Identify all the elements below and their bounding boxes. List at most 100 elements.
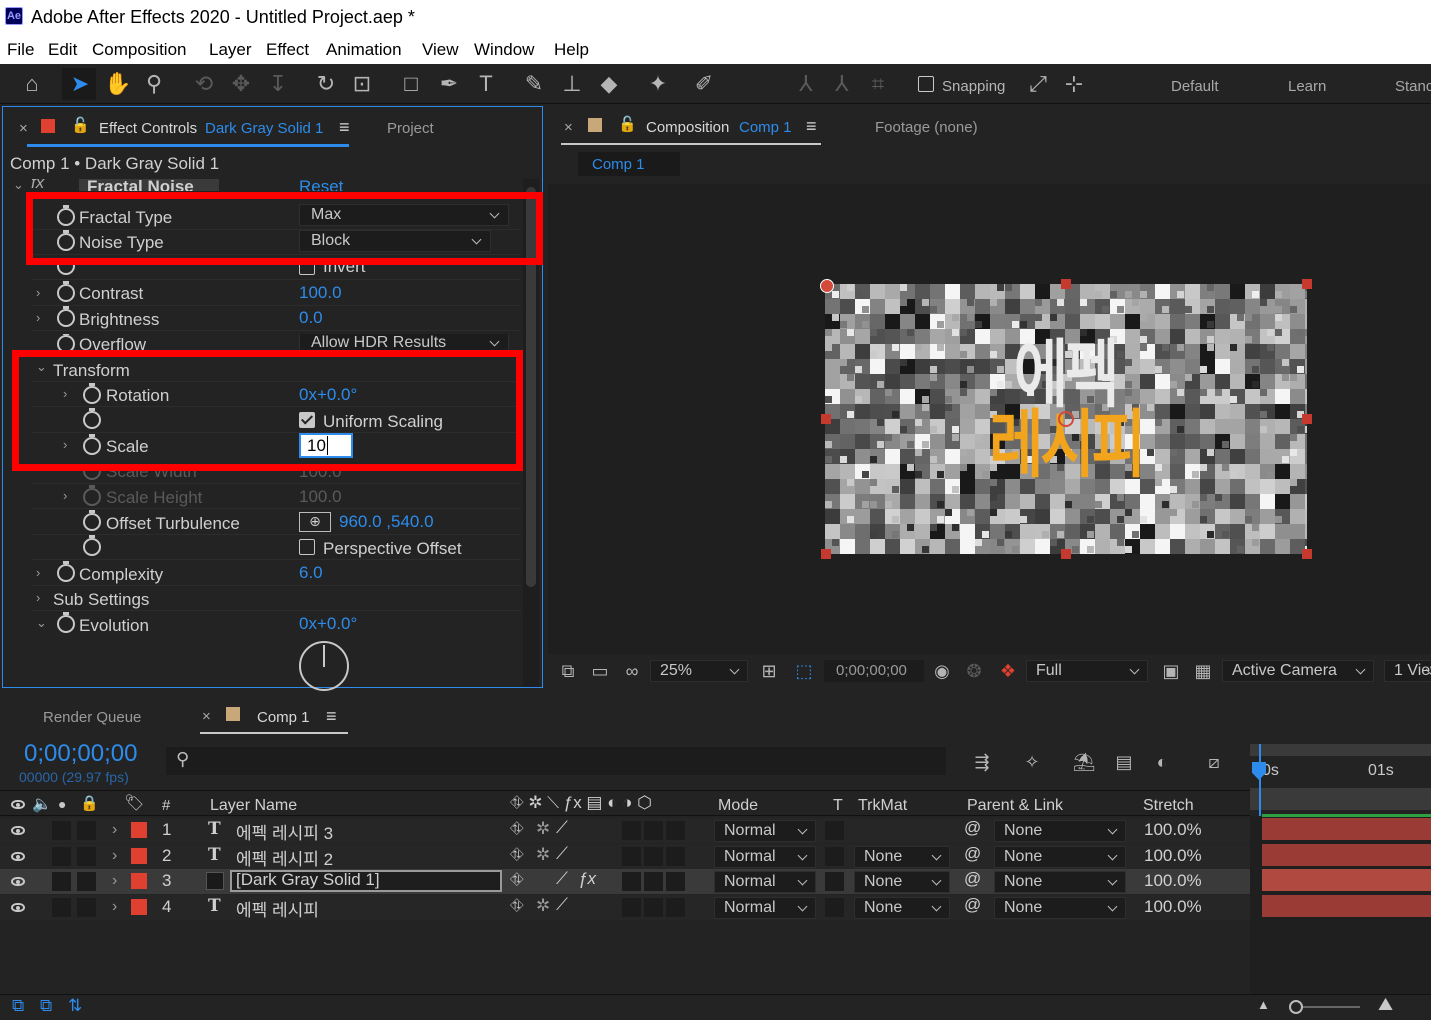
rotation-tool-icon[interactable]: ↻ <box>312 70 340 98</box>
quality-switch-icon[interactable]: ⟋ <box>556 869 568 889</box>
stopwatch-icon[interactable] <box>83 535 101 556</box>
menu-edit[interactable]: Edit <box>48 40 77 60</box>
project-tab[interactable]: Project <box>387 120 434 137</box>
lock-icon[interactable]: 🔓 <box>618 115 637 133</box>
workspace-standard[interactable]: Stanc <box>1395 78 1431 95</box>
parent-dropdown[interactable]: None <box>994 897 1126 919</box>
stopwatch-icon[interactable] <box>83 510 101 531</box>
chevron-down-icon[interactable]: ⌄ <box>13 179 24 191</box>
draft-3d-icon[interactable]: ✧ <box>1018 748 1046 776</box>
graph-editor-icon[interactable]: ⧄ <box>1200 748 1228 776</box>
audio-toggle[interactable] <box>52 847 71 866</box>
close-icon[interactable]: × <box>202 708 211 725</box>
transform-handle[interactable] <box>821 549 831 559</box>
pick-whip-icon[interactable]: @ <box>964 818 981 838</box>
quality-switch-icon[interactable]: ⟋ <box>556 844 568 864</box>
stopwatch-icon[interactable] <box>57 306 75 327</box>
zoom-out-icon[interactable]: ▲ <box>1257 997 1270 1012</box>
stretch-value[interactable]: 100.0% <box>1144 846 1202 866</box>
menu-file[interactable]: File <box>7 40 34 60</box>
layer-bar-2[interactable] <box>1262 844 1431 866</box>
composition-tab-name[interactable]: Comp 1 <box>739 119 792 136</box>
perspective-offset-checkbox[interactable] <box>299 539 315 555</box>
fx-icon[interactable]: fx <box>31 179 44 191</box>
stretch-value[interactable]: 100.0% <box>1144 871 1202 891</box>
layer-label-swatch[interactable] <box>131 822 147 838</box>
collapse-switch-icon[interactable]: ✲ <box>536 896 550 916</box>
crosshair-icon[interactable]: ⊕ <box>299 512 331 532</box>
comp-subtab[interactable]: Comp 1 <box>592 156 645 173</box>
always-preview-icon[interactable]: ⧉ <box>554 657 582 685</box>
menu-help[interactable]: Help <box>554 40 589 60</box>
shy-switch-icon[interactable]: ⛗ <box>510 845 524 865</box>
rectangle-tool-icon[interactable]: □ <box>397 70 425 98</box>
region-of-interest-icon[interactable]: ⬚ <box>790 657 818 685</box>
lock-column-icon[interactable]: 🔒 <box>80 794 99 812</box>
parent-dropdown[interactable]: None <box>994 871 1126 893</box>
transform-handle[interactable] <box>1061 549 1071 559</box>
contrast-value[interactable]: 100.0 <box>299 283 342 303</box>
audio-toggle[interactable] <box>52 898 71 917</box>
pick-whip-icon[interactable]: @ <box>964 895 981 915</box>
transform-handle[interactable] <box>1302 279 1312 289</box>
solo-toggle[interactable] <box>77 898 96 917</box>
motion-blur-switch[interactable] <box>644 821 663 840</box>
visibility-eye-icon[interactable] <box>11 903 25 912</box>
panel-menu-icon[interactable]: ≡ <box>326 706 337 727</box>
menu-layer[interactable]: Layer <box>209 40 252 60</box>
blend-mode-dropdown[interactable]: Normal <box>714 871 816 893</box>
stopwatch-icon[interactable] <box>57 334 75 351</box>
snap-feather-icon[interactable]: ⤢ <box>1024 70 1052 98</box>
motion-blur-switch[interactable] <box>644 898 663 917</box>
comp-mini-flowchart-icon[interactable]: ⇶ <box>968 748 996 776</box>
type-tool-icon[interactable]: T <box>472 70 500 98</box>
chevron-right-icon[interactable]: › <box>112 847 117 865</box>
reset-link[interactable]: Reset <box>299 179 343 191</box>
solo-toggle[interactable] <box>77 847 96 866</box>
pick-whip-icon[interactable]: @ <box>964 844 981 864</box>
layer-switches-toggle-icon[interactable]: ⧉ <box>12 996 24 1016</box>
layer-label-swatch[interactable] <box>131 899 147 915</box>
layer-name[interactable]: 에펙 레시피 3 <box>236 819 333 844</box>
frame-blend-switch[interactable] <box>622 821 641 840</box>
zoom-in-icon[interactable]: ⛰ <box>1378 994 1393 1015</box>
chevron-right-icon[interactable]: › <box>36 285 40 300</box>
camera-snapshot-icon[interactable]: ◉ <box>928 657 956 685</box>
pen-tool-icon[interactable]: ✒ <box>435 70 463 98</box>
dolly-camera-icon[interactable]: ↧ <box>264 70 292 98</box>
chevron-down-icon[interactable]: ⌄ <box>36 615 47 631</box>
frame-blend-switch[interactable] <box>622 847 641 866</box>
blend-mode-dropdown[interactable]: Normal <box>714 820 816 842</box>
comp-timeline-tab[interactable]: Comp 1 <box>257 709 310 726</box>
adjustment-switch[interactable] <box>666 872 685 891</box>
frame-blending-icon[interactable]: ▤ <box>1110 748 1138 776</box>
collapse-switch-icon[interactable]: ✲ <box>536 819 550 839</box>
effect-switch-icon[interactable]: ƒx <box>578 869 596 889</box>
pick-whip-icon[interactable]: @ <box>964 869 981 889</box>
motion-blur-icon[interactable]: ◐ <box>1148 748 1176 776</box>
sub-settings-label[interactable]: Sub Settings <box>53 590 149 610</box>
work-area-bar[interactable] <box>1250 744 1431 756</box>
motion-blur-switch[interactable] <box>644 872 663 891</box>
anchor-handle[interactable] <box>820 279 834 293</box>
composition-tab[interactable]: Composition <box>646 119 729 136</box>
local-axis-icon[interactable]: ⅄ <box>792 70 820 98</box>
hide-shy-layers-icon[interactable]: ⛱ <box>1070 748 1098 776</box>
layer-search-input[interactable]: ⚲ <box>166 747 946 775</box>
panel-menu-icon[interactable]: ≡ <box>339 117 350 138</box>
layer-name[interactable]: 에펙 레시피 <box>236 896 319 921</box>
overflow-dropdown[interactable]: Allow HDR Results <box>299 334 509 351</box>
frame-blend-switch[interactable] <box>622 898 641 917</box>
layer-name[interactable]: 에펙 레시피 2 <box>236 845 333 870</box>
layer-label-swatch[interactable] <box>131 848 147 864</box>
hand-tool-icon[interactable]: ✋ <box>104 70 132 98</box>
layer-bar-1[interactable] <box>1262 818 1431 840</box>
monitor-icon[interactable]: ▭ <box>586 657 614 685</box>
shy-switch-icon[interactable]: ⛗ <box>510 896 524 916</box>
menu-window[interactable]: Window <box>474 40 534 60</box>
menu-animation[interactable]: Animation <box>326 40 402 60</box>
audio-toggle[interactable] <box>52 821 71 840</box>
motion-blur-switch[interactable] <box>644 847 663 866</box>
snap-grid-icon[interactable]: ⊹ <box>1060 70 1088 98</box>
parent-dropdown[interactable]: None <box>994 820 1126 842</box>
